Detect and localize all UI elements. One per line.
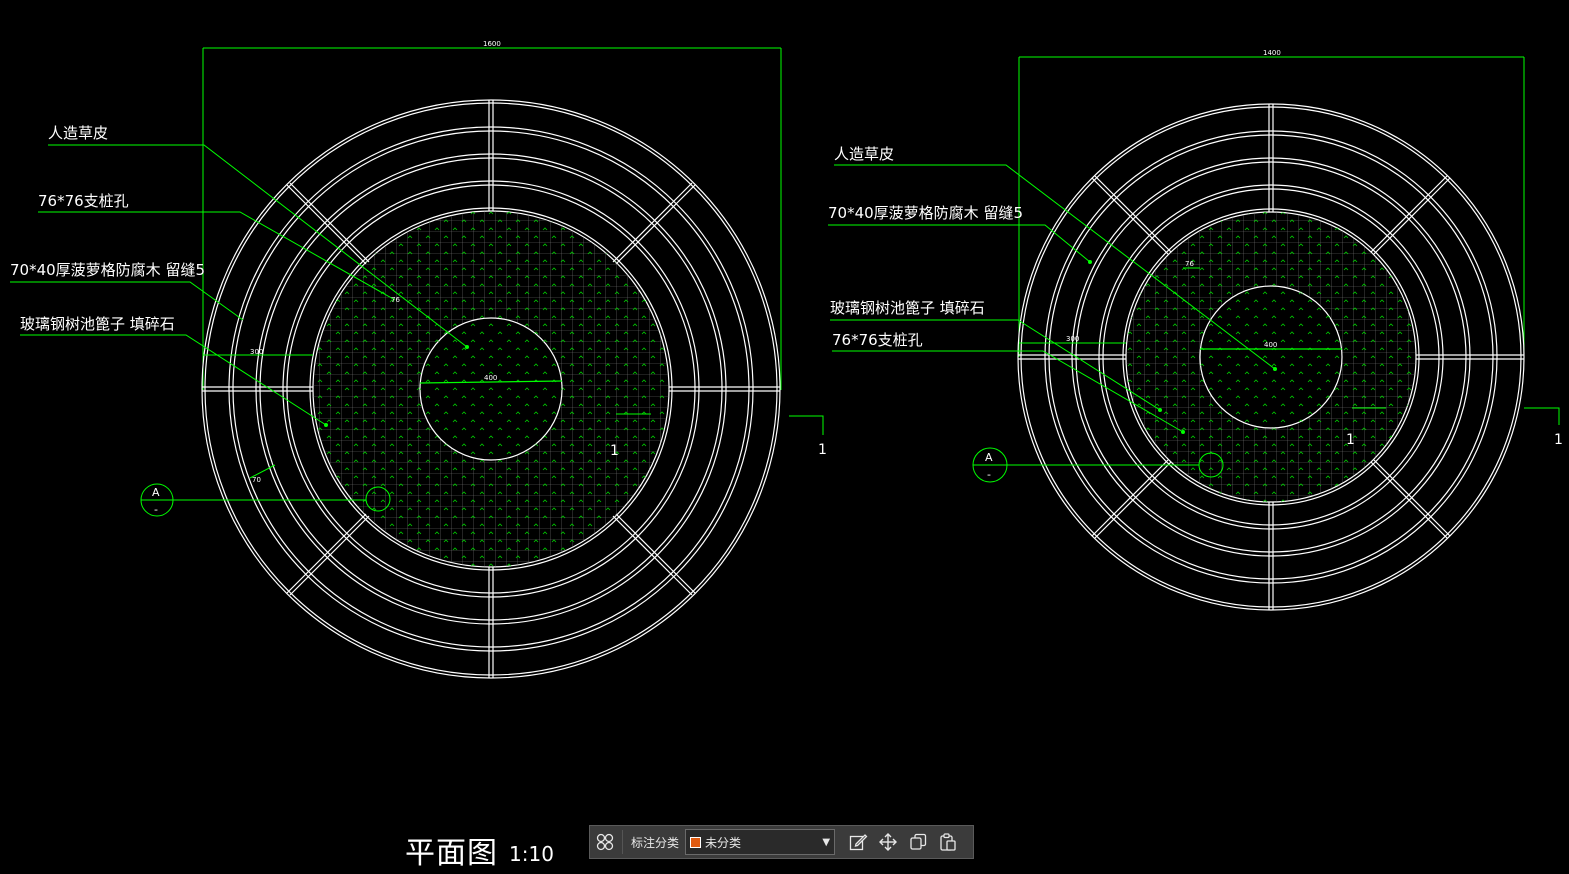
left-plan: 1600 400 人造草皮 76*76支桩孔 70*40厚菠萝格防腐木 留缝5 … — [10, 40, 827, 679]
annotation-toolbar: 标注分类 未分类 ▼ — [589, 825, 974, 859]
right-section-number-inner: 1 — [1346, 432, 1355, 448]
right-section-letter: A — [985, 451, 993, 464]
right-section-number: 1 — [1554, 432, 1563, 448]
edit-button[interactable] — [843, 827, 873, 857]
left-dim-76: 76 — [391, 296, 400, 304]
left-section-sub: - — [154, 503, 158, 516]
category-select[interactable]: 未分类 ▼ — [685, 829, 836, 855]
paste-icon — [940, 833, 956, 851]
grid-icon — [596, 833, 614, 851]
right-dim-76: 76 — [1185, 260, 1194, 268]
right-section-sub: - — [987, 468, 991, 481]
left-label-pile-hole: 76*76支桩孔 — [38, 192, 129, 210]
right-plan: 1 400 400 人造草皮 70*40厚菠萝格防腐木 留缝5 玻璃钢树池篦子 填… — [828, 49, 1563, 611]
toolbar-separator — [622, 830, 623, 854]
left-label-wood: 70*40厚菠萝格防腐木 留缝5 — [10, 261, 205, 279]
right-label-wood: 70*40厚菠萝格防腐木 留缝5 — [828, 204, 1023, 222]
edit-icon — [849, 834, 868, 851]
right-label-grate: 玻璃钢树池篦子 填碎石 — [830, 299, 985, 317]
right-overall-dim: 1400 — [1263, 49, 1281, 57]
right-dim-400: 400 — [1264, 341, 1277, 349]
left-label-turf: 人造草皮 — [48, 124, 108, 142]
cad-drawing-canvas[interactable]: 1600 400 人造草皮 76*76支桩孔 70*40厚菠萝格防腐木 留缝5 … — [0, 0, 1569, 874]
category-select-value: 未分类 — [705, 835, 742, 850]
chevron-down-icon: ▼ — [822, 836, 831, 848]
right-label-turf: 人造草皮 — [834, 145, 894, 163]
right-label-pile-hole: 76*76支桩孔 — [832, 331, 923, 349]
copy-button[interactable] — [903, 827, 933, 857]
copy-icon — [910, 833, 927, 850]
left-section-number: 1 — [818, 442, 827, 458]
left-overall-dim: 1600 — [483, 40, 501, 48]
left-tree-pit: 400 — [419, 317, 563, 461]
category-color-swatch — [690, 836, 702, 848]
left-label-grate: 玻璃钢树池篦子 填碎石 — [20, 315, 175, 333]
left-dim-70: 70 — [252, 476, 261, 484]
grid-button[interactable] — [590, 827, 620, 857]
left-section-number-inner: 1 — [610, 443, 619, 459]
drawing-scale: 1:10 — [509, 842, 554, 866]
paste-button[interactable] — [933, 827, 963, 857]
right-dim-300: 300 — [1066, 335, 1079, 343]
right-tree-pit: 400 — [1199, 285, 1343, 429]
move-button[interactable] — [873, 827, 903, 857]
drawing-title: 平面图 — [405, 836, 498, 871]
category-label: 标注分类 — [631, 835, 680, 850]
move-icon — [879, 833, 898, 851]
left-section-letter: A — [152, 486, 160, 499]
left-dim-300: 300 — [250, 348, 263, 356]
left-dim-400: 400 — [484, 374, 497, 382]
